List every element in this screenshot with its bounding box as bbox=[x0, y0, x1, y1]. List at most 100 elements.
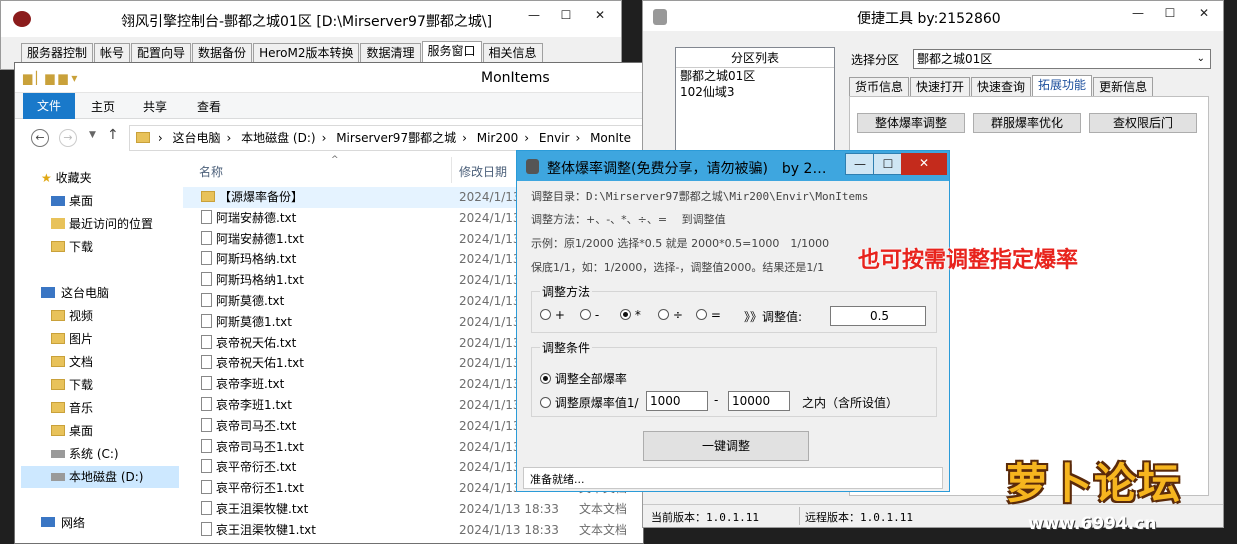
file-name: 哀平帝衍丕1.txt bbox=[216, 481, 304, 496]
col-header-date[interactable]: 修改日期 bbox=[459, 163, 507, 180]
maximize-button[interactable]: ☐ bbox=[873, 153, 903, 175]
nav-drive-d[interactable]: 本地磁盘 (D:) bbox=[21, 466, 179, 488]
minimize-button[interactable]: — bbox=[1121, 3, 1155, 25]
text-file-icon bbox=[201, 438, 212, 453]
tab-currency[interactable]: 货币信息 bbox=[849, 77, 910, 97]
remote-version: 远程版本：1.0.1.11 bbox=[805, 511, 913, 524]
nav-network[interactable]: 网络 bbox=[41, 512, 85, 534]
recent-dropdown-icon[interactable]: ▼ bbox=[89, 130, 96, 140]
partition-list[interactable]: 分区列表 酆都之城01区 102仙域3 bbox=[675, 47, 835, 157]
nav-favorites[interactable]: ★ 收藏夹 bbox=[41, 167, 92, 189]
nav-downloads-2[interactable]: 下载 bbox=[51, 374, 93, 396]
tab-wizard[interactable]: 配置向导 bbox=[131, 43, 192, 63]
text-file-icon bbox=[201, 272, 212, 287]
ribbon-home-tab[interactable]: 主页 bbox=[91, 98, 115, 115]
file-date: 2024/1/13 bbox=[459, 294, 521, 308]
nav-downloads[interactable]: 下载 bbox=[51, 236, 93, 258]
ribbon-share-tab[interactable]: 共享 bbox=[143, 98, 167, 115]
op-minus-radio[interactable]: - bbox=[580, 308, 599, 322]
crumb-monitems[interactable]: MonIte bbox=[590, 131, 631, 145]
address-bar[interactable]: › 这台电脑 › 本地磁盘 (D:) › Mirserver97酆都之城 › Mir2… bbox=[129, 125, 643, 151]
nav-music[interactable]: 音乐 bbox=[51, 397, 93, 419]
crumb-mirserver[interactable]: Mirserver97酆都之城 bbox=[336, 131, 456, 145]
text-file-icon bbox=[201, 521, 212, 536]
maximize-button[interactable]: ☐ bbox=[1153, 3, 1187, 25]
up-button[interactable]: ↑ bbox=[107, 127, 119, 143]
crumb-pc[interactable]: 这台电脑 bbox=[172, 131, 220, 145]
range-from-input[interactable]: 1000 bbox=[646, 391, 708, 411]
file-date: 2024/1/13 bbox=[459, 190, 521, 204]
back-button[interactable]: ← bbox=[31, 129, 49, 147]
nav-recent[interactable]: 最近访问的位置 bbox=[51, 213, 153, 235]
nav-pictures[interactable]: 图片 bbox=[51, 328, 93, 350]
tab-server-control[interactable]: 服务器控制 bbox=[21, 43, 94, 63]
file-name: 阿斯莫德1.txt bbox=[216, 314, 292, 329]
tab-extensions[interactable]: 拓展功能 bbox=[1032, 75, 1093, 97]
minimize-button[interactable]: — bbox=[517, 5, 551, 27]
forward-button[interactable]: → bbox=[59, 129, 77, 147]
nav-documents[interactable]: 文档 bbox=[51, 351, 93, 373]
ribbon-file-tab[interactable]: 文件 bbox=[23, 93, 75, 119]
adjust-all-radio[interactable]: 调整全部爆率 bbox=[540, 370, 627, 387]
file-name: 阿瑞安赫德1.txt bbox=[216, 231, 304, 246]
col-header-name[interactable]: 名称 bbox=[199, 163, 223, 180]
op-plus-radio[interactable]: + bbox=[540, 308, 565, 322]
quick-access-icons: ▆ ▏▆ ▆ ▾ bbox=[23, 71, 78, 85]
file-name: 阿瑞安赫德.txt bbox=[216, 210, 297, 225]
tab-about[interactable]: 相关信息 bbox=[482, 43, 543, 63]
file-row[interactable]: 哀王沮渠牧犍.txt 2024/1/13 18:33 文本文档 bbox=[183, 499, 643, 520]
file-name: 阿斯玛格纳1.txt bbox=[216, 273, 304, 288]
tab-updates[interactable]: 更新信息 bbox=[1093, 77, 1154, 97]
launcher-window: 翎风引擎控制台-酆都之城01区 [D:\Mirserver97酆都之城\] — … bbox=[0, 0, 622, 70]
drive-icon bbox=[51, 450, 65, 458]
tab-quick-open[interactable]: 快速打开 bbox=[910, 77, 971, 97]
nav-desktop[interactable]: 桌面 bbox=[51, 190, 93, 212]
op-multiply-radio[interactable]: * bbox=[620, 308, 641, 322]
tab-herom2[interactable]: HeroM2版本转换 bbox=[253, 43, 360, 63]
file-name: 哀帝祝天佑1.txt bbox=[216, 356, 304, 371]
minimize-button[interactable]: — bbox=[845, 153, 875, 175]
group-drop-rate-button[interactable]: 群服爆率优化 bbox=[973, 113, 1081, 133]
method-hint: 调整方法：+、-、*、÷、= 到调整值 bbox=[531, 213, 726, 226]
desktop-icon bbox=[51, 196, 65, 206]
overall-drop-rate-button[interactable]: 整体爆率调整 bbox=[857, 113, 965, 133]
nav-drive-c[interactable]: 系统 (C:) bbox=[51, 443, 119, 465]
one-click-adjust-button[interactable]: 一键调整 bbox=[643, 431, 809, 461]
folder-icon bbox=[51, 310, 65, 321]
tab-service-window[interactable]: 服务窗口 bbox=[421, 41, 482, 63]
file-name: 哀王沮渠牧犍.txt bbox=[216, 502, 309, 516]
adjust-value-input[interactable]: 0.5 bbox=[830, 306, 926, 326]
partition-item[interactable]: 酆都之城01区 bbox=[676, 68, 834, 84]
close-button[interactable]: ✕ bbox=[901, 153, 947, 175]
tab-cleanup[interactable]: 数据清理 bbox=[360, 43, 421, 63]
crumb-mir200[interactable]: Mir200 bbox=[477, 131, 519, 145]
nav-this-pc[interactable]: 这台电脑 bbox=[41, 282, 109, 304]
partition-select[interactable]: 酆都之城01区 ⌄ bbox=[913, 49, 1211, 69]
crumb-envir[interactable]: Envir bbox=[539, 131, 570, 145]
check-backdoor-button[interactable]: 查权限后门 bbox=[1089, 113, 1197, 133]
ribbon-view-tab[interactable]: 查看 bbox=[197, 98, 221, 115]
watermark-url: www.6994.cn bbox=[1028, 514, 1157, 534]
file-row[interactable]: 哀王沮渠牧犍1.txt2024/1/13 18:33文本文档1 KB bbox=[183, 520, 643, 541]
tool-app-icon bbox=[653, 9, 667, 25]
adjust-range-radio[interactable]: 调整原爆率值1/ bbox=[540, 394, 639, 411]
tab-quick-query[interactable]: 快速查询 bbox=[971, 77, 1032, 97]
op-equals-radio[interactable]: = bbox=[696, 308, 721, 322]
text-file-icon bbox=[201, 293, 212, 307]
folder-icon bbox=[51, 333, 65, 344]
maximize-button[interactable]: ☐ bbox=[549, 5, 583, 27]
file-name: 阿斯莫德.txt bbox=[216, 294, 285, 308]
partition-item[interactable]: 102仙域3 bbox=[676, 84, 834, 100]
nav-videos[interactable]: 视频 bbox=[51, 305, 93, 327]
range-to-input[interactable]: 10000 bbox=[728, 391, 790, 411]
close-button[interactable]: ✕ bbox=[583, 5, 617, 27]
folder-icon bbox=[51, 402, 65, 413]
op-divide-radio[interactable]: ÷ bbox=[658, 308, 683, 322]
crumb-d[interactable]: 本地磁盘 (D:) bbox=[241, 131, 315, 145]
tool-tabs: 货币信息 快速打开 快速查询 拓展功能 更新信息 bbox=[849, 75, 1154, 97]
close-button[interactable]: ✕ bbox=[1187, 3, 1221, 25]
file-name: 哀帝李班1.txt bbox=[216, 398, 292, 412]
tab-backup[interactable]: 数据备份 bbox=[192, 43, 253, 63]
nav-desktop-2[interactable]: 桌面 bbox=[51, 420, 93, 442]
tab-account[interactable]: 帐号 bbox=[94, 43, 131, 63]
